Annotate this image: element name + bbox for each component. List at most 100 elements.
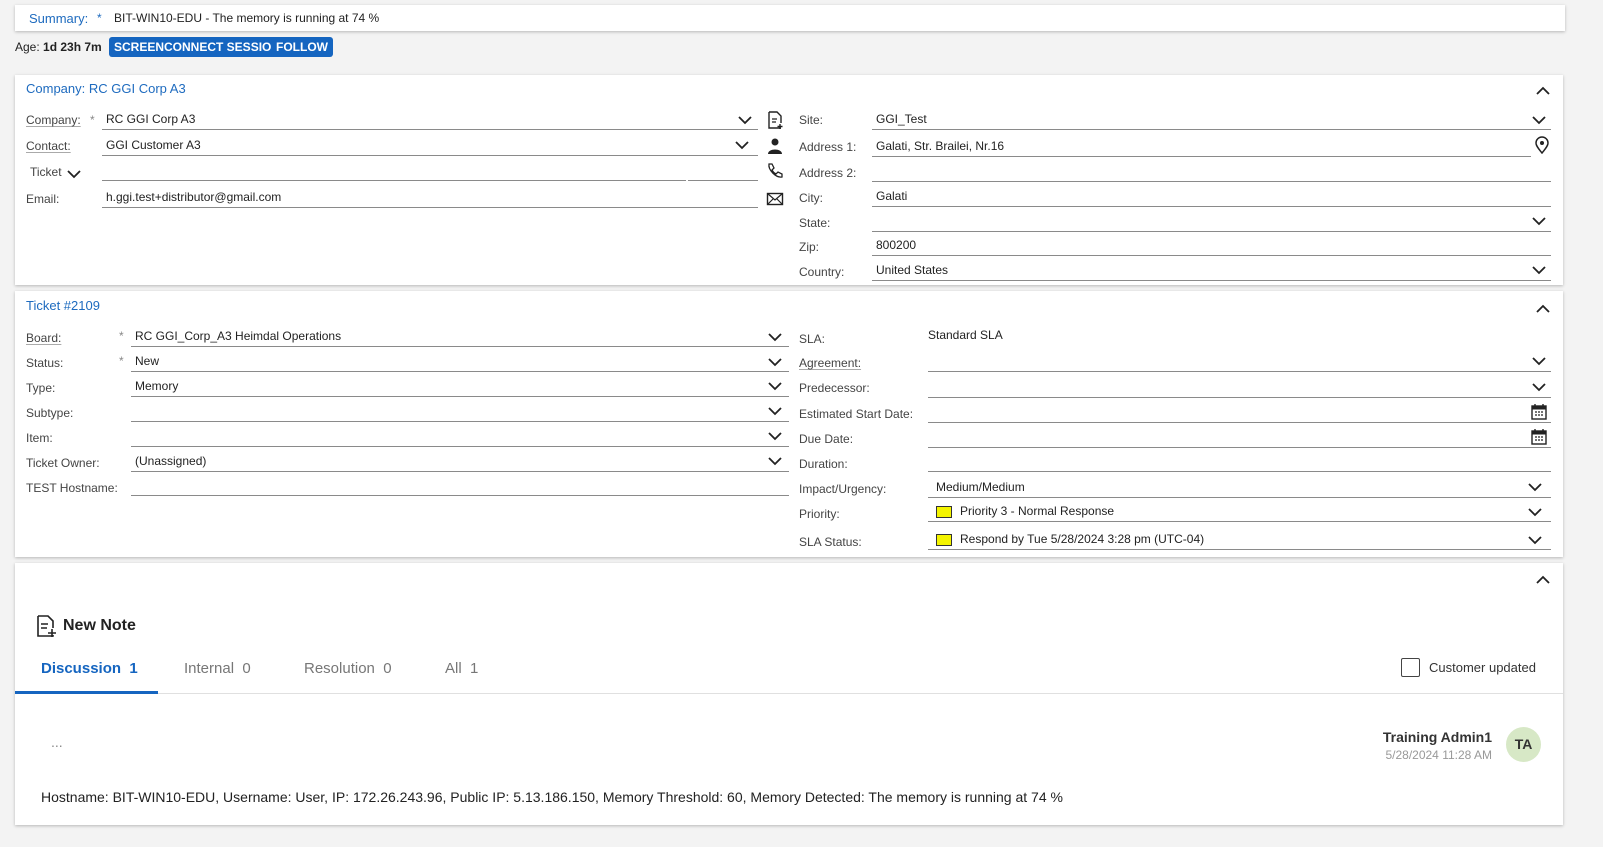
chevron-down-icon[interactable] xyxy=(767,354,783,370)
tab-resolution[interactable]: Resolution 0 xyxy=(304,660,392,677)
company-panel: Company: RC GGI Corp A3 Company: * RC GG… xyxy=(15,75,1563,285)
status-label: Status: xyxy=(26,356,64,370)
phone-ext-input[interactable] xyxy=(688,159,758,181)
calendar-icon[interactable] xyxy=(1530,403,1548,421)
estimated-start-date-label: Estimated Start Date: xyxy=(799,407,914,421)
mail-icon[interactable] xyxy=(766,190,784,208)
sla-status-color-swatch xyxy=(936,533,952,546)
more-options-icon[interactable]: ... xyxy=(51,734,63,750)
ticket-owner-select[interactable]: (Unassigned) xyxy=(131,450,789,472)
phone-icon[interactable] xyxy=(766,162,784,180)
address2-field[interactable] xyxy=(872,160,1551,182)
chevron-down-icon[interactable] xyxy=(767,329,783,345)
collapse-chevron-up-icon[interactable] xyxy=(1535,83,1551,99)
chevron-down-icon[interactable] xyxy=(737,112,753,128)
chevron-down-icon[interactable] xyxy=(1527,504,1543,520)
estimated-start-date-field[interactable] xyxy=(928,401,1551,423)
item-label: Item: xyxy=(26,431,53,445)
tab-all[interactable]: All 1 xyxy=(445,660,478,677)
collapse-chevron-up-icon[interactable] xyxy=(1535,301,1551,317)
status-select[interactable]: New xyxy=(131,350,789,372)
chevron-down-icon[interactable] xyxy=(767,428,783,444)
address2-label: Address 2: xyxy=(799,166,857,180)
email-field[interactable]: h.ggi.test+distributor@gmail.com xyxy=(102,186,758,208)
contact-label[interactable]: Contact: xyxy=(26,139,71,153)
city-field[interactable]: Galati xyxy=(872,185,1551,207)
calendar-icon[interactable] xyxy=(1530,428,1548,446)
state-label: State: xyxy=(799,216,831,230)
chevron-down-icon[interactable] xyxy=(767,403,783,419)
company-required: * xyxy=(90,113,95,127)
person-icon[interactable] xyxy=(766,137,784,155)
sla-status-select[interactable]: Respond by Tue 5/28/2024 3:28 pm (UTC-04… xyxy=(928,528,1551,550)
tab-internal[interactable]: Internal 0 xyxy=(184,660,251,677)
new-note-icon xyxy=(35,614,57,638)
collapse-chevron-up-icon[interactable] xyxy=(1535,572,1551,588)
due-date-field[interactable] xyxy=(928,426,1551,448)
chevron-down-icon[interactable] xyxy=(1531,379,1547,395)
ticket-dropdown-label[interactable]: Ticket xyxy=(30,165,62,179)
chevron-down-icon[interactable] xyxy=(734,137,750,153)
customer-updated-checkbox[interactable] xyxy=(1401,658,1420,677)
chevron-down-icon[interactable] xyxy=(767,453,783,469)
chevron-down-icon[interactable] xyxy=(1527,479,1543,495)
summary-required: * xyxy=(97,11,102,25)
chevron-down-icon[interactable] xyxy=(1531,262,1547,278)
type-label: Type: xyxy=(26,381,56,395)
address1-field[interactable]: Galati, Str. Brailei, Nr.16 xyxy=(872,135,1531,157)
board-label[interactable]: Board: xyxy=(26,331,61,345)
ticket-owner-label: Ticket Owner: xyxy=(26,456,100,470)
duration-label: Duration: xyxy=(799,457,848,471)
priority-select[interactable]: Priority 3 - Normal Response xyxy=(928,500,1551,522)
impact-urgency-label: Impact/Urgency: xyxy=(799,482,887,496)
zip-label: Zip: xyxy=(799,240,820,254)
tab-discussion[interactable]: Discussion 1 xyxy=(41,660,138,677)
subtype-label: Subtype: xyxy=(26,406,74,420)
agreement-select[interactable] xyxy=(928,350,1551,372)
type-select[interactable]: Memory xyxy=(131,375,789,397)
chevron-down-icon[interactable] xyxy=(767,378,783,394)
impact-urgency-select[interactable]: Medium/Medium xyxy=(928,476,1551,498)
subtype-select[interactable] xyxy=(131,400,789,422)
company-panel-title[interactable]: Company: RC GGI Corp A3 xyxy=(26,81,186,96)
city-label: City: xyxy=(799,191,823,205)
chevron-down-icon[interactable] xyxy=(1531,353,1547,369)
test-hostname-field[interactable] xyxy=(131,474,789,496)
due-date-label: Due Date: xyxy=(799,432,854,446)
sla-label: SLA: xyxy=(799,332,826,346)
board-required: * xyxy=(119,329,124,343)
address1-label: Address 1: xyxy=(799,140,857,154)
contact-select[interactable]: GGI Customer A3 xyxy=(102,134,758,156)
location-pin-icon[interactable] xyxy=(1533,136,1551,155)
chevron-down-icon[interactable] xyxy=(1527,532,1543,548)
company-select[interactable]: RC GGI Corp A3 xyxy=(102,108,758,130)
priority-label: Priority: xyxy=(799,507,840,521)
predecessor-label: Predecessor: xyxy=(799,381,870,395)
zip-field[interactable]: 800200 xyxy=(872,234,1551,256)
ticket-panel: Ticket #2109 Board: * RC GGI_Corp_A3 Hei… xyxy=(15,291,1563,557)
chevron-down-icon[interactable] xyxy=(1531,213,1547,229)
state-select[interactable] xyxy=(872,210,1551,232)
new-document-icon[interactable] xyxy=(766,111,784,129)
ticket-panel-title[interactable]: Ticket #2109 xyxy=(26,298,100,313)
age-row: Age: 1d 23h 7m xyxy=(15,40,102,54)
item-select[interactable] xyxy=(131,425,789,447)
site-label: Site: xyxy=(799,113,824,127)
sla-status-label: SLA Status: xyxy=(799,535,862,549)
country-label: Country: xyxy=(799,265,845,279)
follow-button[interactable]: FOLLOW xyxy=(271,37,333,57)
summary-input[interactable]: BIT-WIN10-EDU - The memory is running at… xyxy=(114,11,379,25)
phone-input[interactable] xyxy=(102,159,686,181)
agreement-label[interactable]: Agreement: xyxy=(799,356,861,370)
board-select[interactable]: RC GGI_Corp_A3 Heimdal Operations xyxy=(131,325,789,347)
country-select[interactable]: United States xyxy=(872,259,1551,281)
new-note-label: New Note xyxy=(63,617,136,634)
predecessor-select[interactable] xyxy=(928,376,1551,398)
chevron-down-icon[interactable] xyxy=(66,166,82,182)
chevron-down-icon[interactable] xyxy=(1531,112,1547,128)
company-label[interactable]: Company: xyxy=(26,113,81,127)
tabs-divider xyxy=(158,693,1563,694)
site-select[interactable]: GGI_Test xyxy=(872,108,1551,130)
duration-field[interactable] xyxy=(928,450,1551,472)
screenconnect-session-button[interactable]: SCREENCONNECT SESSION xyxy=(109,37,286,57)
